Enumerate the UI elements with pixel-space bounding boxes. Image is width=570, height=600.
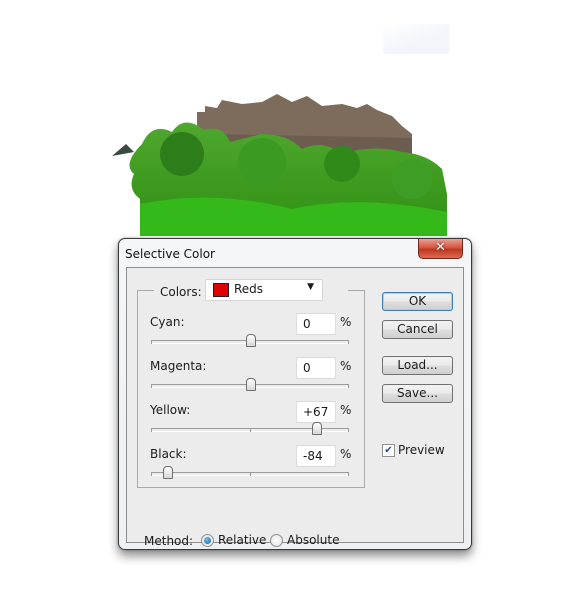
magenta-slider[interactable] [151,378,349,391]
yellow-slider-thumb[interactable] [312,422,323,435]
yellow-slider[interactable] [151,422,349,435]
cancel-button[interactable]: Cancel [382,320,453,339]
ok-button[interactable]: OK [382,292,453,311]
black-slider[interactable] [151,466,349,479]
checkmark-icon: ✔ [382,444,395,457]
colors-selected-value: Reds [234,282,264,296]
close-button[interactable]: ✕ [418,239,463,259]
black-percent: % [340,447,352,461]
preview-label: Preview [398,443,445,457]
save-button[interactable]: Save... [382,384,453,403]
color-adjust-group: Colors: Reds ▼ Cyan: 0 % Magenta: 0 % Ye… [137,279,365,488]
cyan-input[interactable]: 0 [296,313,336,335]
cyan-label: Cyan: [150,315,185,329]
magenta-label: Magenta: [150,359,207,373]
dialog-client: Colors: Reds ▼ Cyan: 0 % Magenta: 0 % Ye… [126,267,464,548]
castle-image [112,94,447,236]
magenta-input[interactable]: 0 [296,357,336,379]
chevron-down-icon: ▼ [307,282,314,292]
faint-background-shape [383,24,449,54]
dialog-title: Selective Color [125,247,215,261]
black-slider-thumb[interactable] [162,466,173,479]
magenta-slider-thumb[interactable] [246,378,256,391]
cyan-slider[interactable] [151,334,349,347]
relative-label: Relative [218,533,267,547]
colors-label: Colors: [160,285,202,299]
yellow-label: Yellow: [150,403,191,417]
magenta-percent: % [340,359,352,373]
selective-color-dialog: Selective Color ✕ Colors: Reds ▼ Cyan: 0… [118,238,472,550]
absolute-label: Absolute [287,533,340,547]
cyan-slider-thumb[interactable] [246,334,256,347]
black-input[interactable]: -84 [296,445,336,467]
cyan-percent: % [340,315,352,329]
castle-photo [112,94,452,236]
close-icon: ✕ [435,240,446,255]
black-label: Black: [150,447,187,461]
colors-dropdown[interactable]: Reds ▼ [205,279,323,301]
yellow-percent: % [340,403,352,417]
method-label: Method: [144,534,194,548]
color-swatch [213,283,229,297]
load-button[interactable]: Load... [382,356,453,375]
relative-radio[interactable] [201,534,214,547]
yellow-input[interactable]: +67 [296,401,336,423]
absolute-radio[interactable] [270,534,283,547]
